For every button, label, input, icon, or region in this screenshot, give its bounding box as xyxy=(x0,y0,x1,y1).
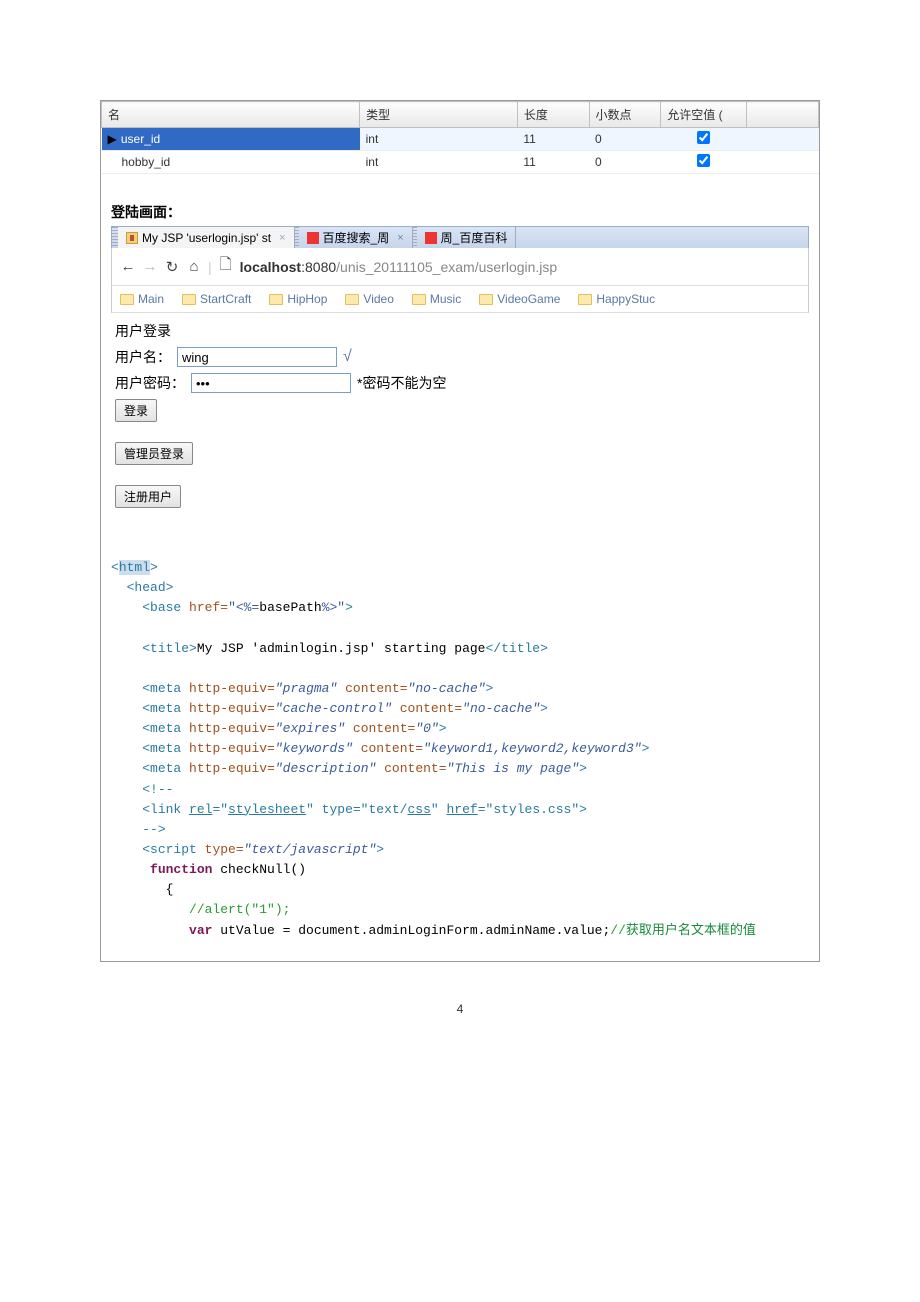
bookmark-main[interactable]: Main xyxy=(120,292,164,306)
section-heading: 登陆画面： xyxy=(111,202,819,222)
page-icon: 🗋 xyxy=(218,254,234,279)
forward-icon[interactable]: → xyxy=(142,258,158,275)
login-button[interactable]: 登录 xyxy=(115,399,157,422)
username-input[interactable] xyxy=(177,347,337,367)
folder-icon xyxy=(182,294,196,305)
jsp-favicon-icon xyxy=(126,232,138,244)
bookmark-hiphop[interactable]: HipHop xyxy=(269,292,327,306)
db-header-row: 名 类型 长度 小数点 允许空值 ( xyxy=(102,102,819,128)
tab-baidu-baike[interactable]: 周_百度百科 xyxy=(417,227,517,248)
bookmark-bar: Main StartCraft HipHop Video Music Video… xyxy=(111,286,809,313)
bookmark-music[interactable]: Music xyxy=(412,292,461,306)
login-form: 用户登录 用户名： √ 用户密码： *密码不能为空 登录 管理员登录 注册用户 xyxy=(115,321,809,508)
folder-icon xyxy=(412,294,426,305)
bookmark-startcraft[interactable]: StartCraft xyxy=(182,292,251,306)
folder-icon xyxy=(479,294,493,305)
table-row[interactable]: hobby_id int 11 0 xyxy=(102,151,819,174)
url-display[interactable]: localhost:8080/unis_20111105_exam/userlo… xyxy=(240,259,558,275)
username-label: 用户名： xyxy=(115,347,171,367)
baidu-favicon-icon xyxy=(425,232,437,244)
browser-tab-strip: My JSP 'userlogin.jsp' st × 百度搜索_周 × 周_百… xyxy=(111,226,809,248)
nullable-checkbox[interactable] xyxy=(697,154,710,167)
password-hint: *密码不能为空 xyxy=(357,373,446,393)
folder-icon xyxy=(269,294,283,305)
row-arrow-icon: ▶ xyxy=(108,132,118,146)
tab-baidu-search[interactable]: 百度搜索_周 × xyxy=(299,227,413,248)
bookmark-videogame[interactable]: VideoGame xyxy=(479,292,560,306)
bookmark-video[interactable]: Video xyxy=(345,292,393,306)
reload-icon[interactable]: ↻ xyxy=(164,258,180,276)
tab-label: 周_百度百科 xyxy=(441,229,508,246)
register-button[interactable]: 注册用户 xyxy=(115,485,181,508)
password-input[interactable] xyxy=(191,373,351,393)
table-row[interactable]: ▶ user_id int 11 0 xyxy=(102,128,819,151)
code-listing: <html> <head> <base href="<%=basePath%>"… xyxy=(111,558,809,941)
login-title: 用户登录 xyxy=(115,321,809,341)
nullable-checkbox[interactable] xyxy=(697,131,710,144)
bookmark-happystuc[interactable]: HappyStuc xyxy=(578,292,655,306)
folder-icon xyxy=(345,294,359,305)
back-icon[interactable]: ← xyxy=(120,258,136,275)
admin-login-button[interactable]: 管理员登录 xyxy=(115,442,193,465)
close-icon[interactable]: × xyxy=(279,232,285,244)
tab-label: My JSP 'userlogin.jsp' st xyxy=(142,231,271,245)
folder-icon xyxy=(120,294,134,305)
tab-label: 百度搜索_周 xyxy=(323,229,390,246)
tab-userlogin[interactable]: My JSP 'userlogin.jsp' st × xyxy=(118,227,295,248)
home-icon[interactable]: ⌂ xyxy=(186,258,202,275)
password-label: 用户密码： xyxy=(115,373,185,393)
page-number: 4 xyxy=(0,1002,920,1016)
baidu-favicon-icon xyxy=(307,232,319,244)
db-schema-table: 名 类型 长度 小数点 允许空值 ( ▶ user_id int 11 0 ho… xyxy=(101,101,819,174)
check-icon: √ xyxy=(343,348,352,366)
close-icon[interactable]: × xyxy=(397,232,403,244)
address-bar: ← → ↻ ⌂ | 🗋 localhost:8080/unis_20111105… xyxy=(111,248,809,286)
folder-icon xyxy=(578,294,592,305)
